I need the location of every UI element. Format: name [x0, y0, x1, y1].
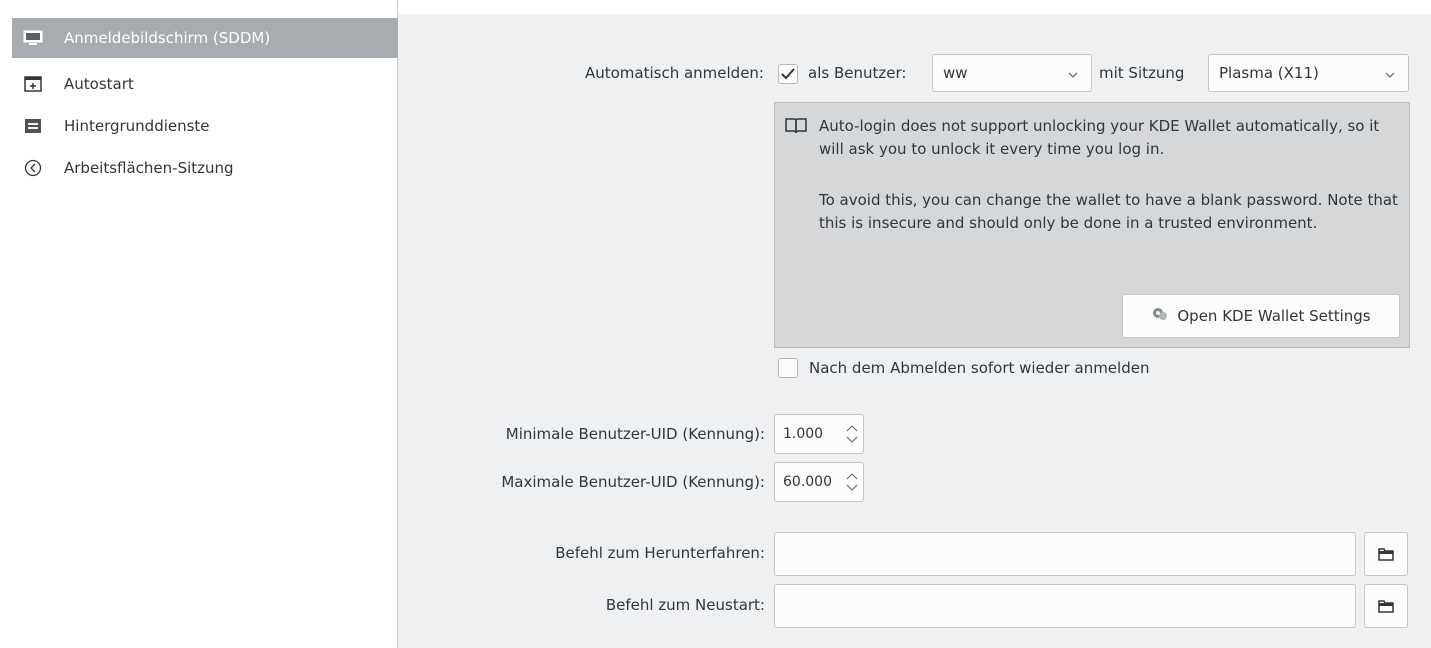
- session-select[interactable]: Plasma (X11): [1208, 54, 1409, 92]
- halt-command-label: Befehl zum Herunterfahren:: [555, 544, 765, 562]
- folder-open-icon: [1378, 548, 1394, 561]
- wallet-info-text-1: Auto-login does not support unlocking yo…: [819, 117, 1380, 158]
- services-icon: [22, 117, 44, 135]
- chevron-down-icon: [1067, 67, 1079, 85]
- monitor-icon: [22, 29, 44, 47]
- min-uid-spinbox[interactable]: 1.000: [774, 414, 864, 454]
- chevron-down-icon: [1384, 67, 1396, 85]
- autologin-checkbox[interactable]: [778, 64, 798, 84]
- reboot-command-label: Befehl zum Neustart:: [605, 596, 765, 614]
- spin-arrows-icon[interactable]: [845, 471, 859, 497]
- reboot-command-input[interactable]: [774, 584, 1356, 628]
- autostart-icon: [22, 75, 44, 93]
- reboot-command-browse-button[interactable]: [1364, 584, 1408, 628]
- relogin-label: Nach dem Abmelden sofort wieder anmelden: [809, 359, 1150, 377]
- sidebar-item-label: Hintergrunddienste: [64, 117, 210, 135]
- session-label: mit Sitzung: [1099, 64, 1185, 82]
- min-uid-label: Minimale Benutzer-UID (Kennung):: [505, 425, 765, 443]
- halt-command-input[interactable]: [774, 532, 1356, 576]
- relogin-checkbox[interactable]: [778, 358, 798, 378]
- user-select[interactable]: ww: [932, 54, 1092, 92]
- sidebar-item-autostart[interactable]: Autostart: [12, 64, 398, 104]
- sidebar-item-label: Anmeldebildschirm (SDDM): [64, 29, 271, 47]
- max-uid-spinbox[interactable]: 60.000: [774, 462, 864, 502]
- user-label: als Benutzer:: [808, 64, 907, 82]
- autologin-label: Automatisch anmelden:: [584, 64, 764, 82]
- max-uid-label: Maximale Benutzer-UID (Kennung):: [501, 473, 765, 491]
- sidebar-item-label: Arbeitsflächen-Sitzung: [64, 159, 234, 177]
- sidebar: Anmeldebildschirm (SDDM) Autostart Hinte…: [0, 0, 398, 648]
- halt-command-browse-button[interactable]: [1364, 532, 1408, 576]
- sidebar-item-sddm[interactable]: Anmeldebildschirm (SDDM): [12, 18, 398, 58]
- max-uid-value: 60.000: [783, 474, 832, 490]
- checkmark-icon: [781, 68, 795, 80]
- user-select-value: ww: [943, 64, 968, 82]
- wallet-info-text-2: To avoid this, you can change the wallet…: [819, 191, 1398, 232]
- wallet-icon: [1151, 305, 1169, 327]
- sidebar-item-label: Autostart: [64, 75, 134, 93]
- open-wallet-settings-label: Open KDE Wallet Settings: [1177, 307, 1371, 325]
- book-icon: [785, 117, 807, 139]
- sidebar-item-session[interactable]: Arbeitsflächen-Sitzung: [12, 148, 398, 188]
- sidebar-item-services[interactable]: Hintergrunddienste: [12, 106, 398, 146]
- min-uid-value: 1.000: [783, 426, 824, 442]
- spin-arrows-icon[interactable]: [845, 423, 859, 449]
- folder-open-icon: [1378, 600, 1394, 613]
- open-wallet-settings-button[interactable]: Open KDE Wallet Settings: [1122, 294, 1400, 338]
- session-select-value: Plasma (X11): [1219, 64, 1319, 82]
- session-icon: [22, 159, 44, 177]
